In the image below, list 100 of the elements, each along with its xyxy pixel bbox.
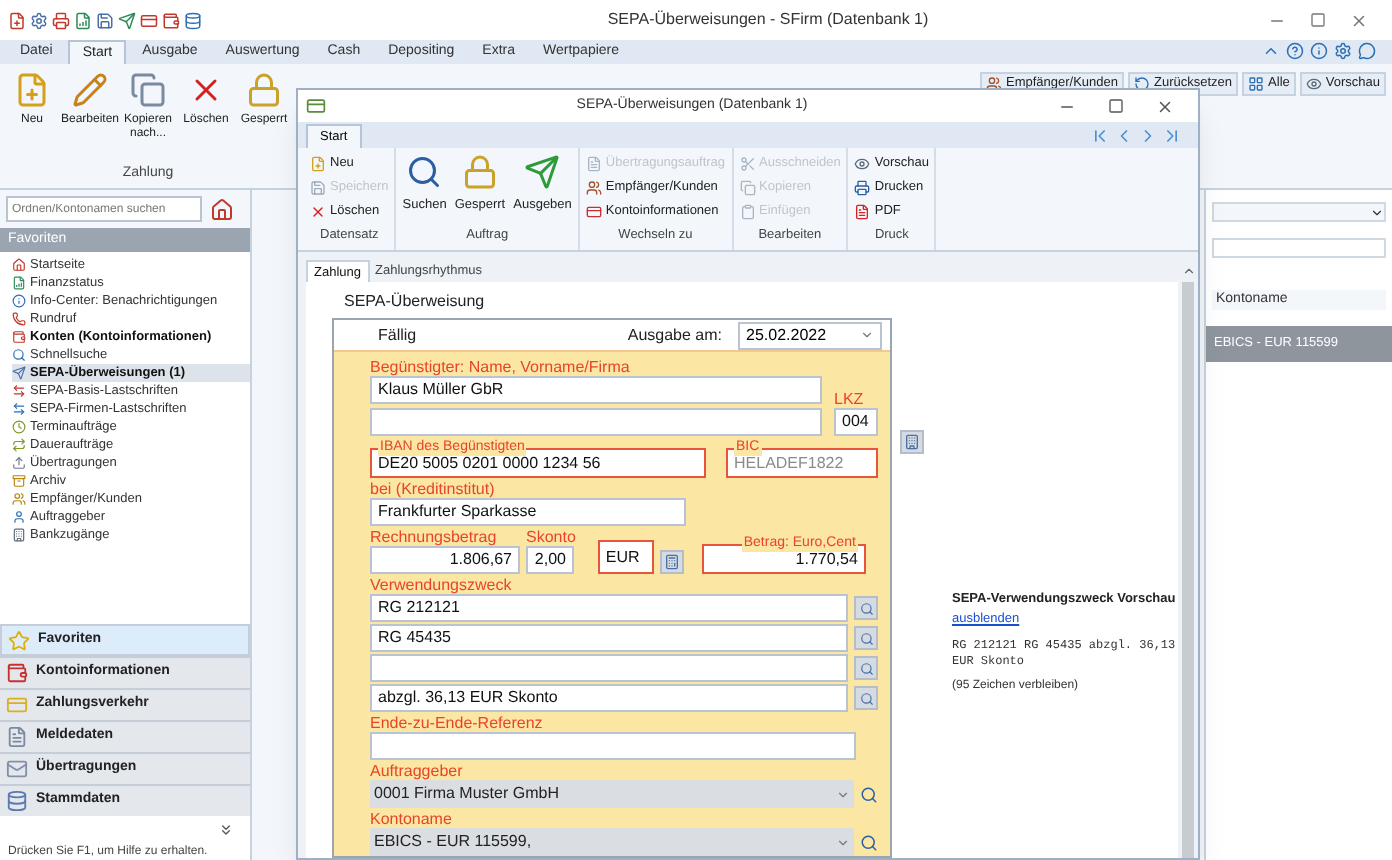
field-label: Verwendungszweck: [370, 576, 514, 594]
icon-button[interactable]: [854, 686, 878, 710]
chevron-down-icon: [836, 835, 851, 849]
info-icon[interactable]: [1310, 42, 1328, 60]
star-icon: [8, 629, 30, 651]
people-icon: [986, 76, 1002, 92]
input-field[interactable]: 2,00: [526, 546, 574, 574]
input-field[interactable]: [370, 654, 848, 682]
info-icon: [12, 294, 26, 308]
dropdown-icon[interactable]: [1370, 205, 1384, 219]
field-label: Auftraggeber: [370, 762, 465, 780]
phone-icon: [12, 312, 26, 326]
copy-icon: [739, 180, 756, 196]
field-label: bei (Kreditinstitut): [370, 480, 497, 498]
preview-icon: [1305, 76, 1322, 92]
maximize-icon[interactable]: [1108, 97, 1124, 113]
database-icon: [6, 790, 28, 812]
input-field[interactable]: Klaus Müller GbR: [370, 376, 822, 404]
people-icon: [585, 180, 602, 196]
help-icon[interactable]: [1286, 42, 1304, 60]
upload-icon: [12, 456, 26, 470]
icon-button[interactable]: [854, 596, 878, 620]
field-label: Ende-zu-Ende-Referenz: [370, 714, 545, 732]
chat-icon[interactable]: [1358, 42, 1376, 60]
search-icon: [859, 601, 873, 615]
input-field[interactable]: [370, 408, 822, 436]
card-icon: [140, 11, 158, 29]
field-label: LKZ: [834, 390, 866, 408]
wallet-icon: [6, 662, 28, 684]
collapse-icon[interactable]: [1262, 42, 1280, 60]
input-field[interactable]: 1.806,67: [370, 546, 520, 574]
search-icon: [859, 691, 873, 705]
search-icon[interactable]: [860, 785, 878, 803]
icon-button[interactable]: [854, 626, 878, 650]
settings-icon[interactable]: [1334, 42, 1352, 60]
last-record-icon[interactable]: [1162, 126, 1182, 146]
gear-icon: [30, 11, 48, 29]
search-icon: [859, 631, 873, 645]
wallet-icon: [12, 330, 26, 344]
printer-icon: [52, 11, 70, 29]
copy-icon: [130, 72, 166, 108]
clipboard-icon: [739, 204, 756, 220]
bank-icon: [12, 528, 26, 542]
chevron-down-icon: [836, 787, 851, 801]
database-icon: [184, 11, 202, 29]
wallet-icon: [162, 11, 180, 29]
filter-field[interactable]: [1212, 238, 1386, 258]
save-icon: [96, 11, 114, 29]
scroll-up-icon[interactable]: [1181, 264, 1195, 278]
house-icon[interactable]: [210, 197, 234, 221]
calculator-icon: [663, 554, 680, 570]
undo-icon: [1134, 76, 1151, 92]
dropdown-field[interactable]: 0001 Firma Muster GmbH: [370, 780, 855, 808]
card-icon: [6, 694, 28, 716]
date-field[interactable]: 25.02.2022: [738, 321, 882, 349]
field-label: Skonto: [526, 528, 576, 546]
card-icon: [585, 204, 602, 220]
search-icon[interactable]: [860, 833, 878, 851]
house-icon: [12, 258, 26, 272]
input-field[interactable]: RG 212121: [370, 594, 848, 622]
dropdown-field[interactable]: EBICS - EUR 115599,: [370, 828, 855, 856]
scissors-icon: [739, 156, 756, 172]
transfer-icon: [12, 366, 26, 380]
search-icon: [406, 154, 443, 190]
form-title: SEPA-Überweisung: [344, 290, 487, 314]
input-field[interactable]: Frankfurter Sparkasse: [370, 498, 686, 526]
expand-icon[interactable]: [218, 822, 234, 838]
search-icon: [859, 661, 873, 675]
envelope-icon: [6, 758, 28, 780]
input-field[interactable]: abzgl. 36,13 EUR Skonto: [370, 684, 848, 712]
close-icon[interactable]: [1350, 11, 1368, 29]
input-field[interactable]: EUR: [597, 540, 654, 574]
chevron-down-icon: [860, 328, 874, 342]
input-field[interactable]: 004: [834, 408, 878, 436]
search-icon: [12, 348, 26, 362]
calculator-button[interactable]: [659, 550, 684, 574]
input-field[interactable]: RG 45435: [370, 624, 848, 652]
pencil-icon: [72, 72, 108, 108]
field-label: Fällig: [378, 323, 417, 347]
new-document-icon: [14, 72, 50, 108]
close-icon[interactable]: [1156, 97, 1174, 115]
chart-icon: [12, 276, 26, 290]
field-label: Kontoname: [370, 810, 454, 828]
field-label: Ausgabe am:: [627, 323, 722, 347]
maximize-icon[interactable]: [1310, 11, 1326, 27]
field-label: Begünstigter: Name, Vorname/Firma: [370, 358, 632, 376]
window-title: SEPA-Überweisungen - SFirm (Datenbank 1): [605, 8, 931, 32]
first-record-icon[interactable]: [1090, 126, 1110, 146]
pdf-icon: [854, 204, 871, 220]
people-icon: [12, 492, 26, 506]
save-icon: [310, 180, 326, 196]
input-field[interactable]: [370, 732, 856, 760]
field-label: Rechnungsbetrag: [370, 528, 499, 546]
bank-lookup-button[interactable]: [900, 430, 924, 454]
preview-icon: [854, 156, 871, 172]
icon-button[interactable]: [854, 656, 878, 680]
send-icon: [524, 154, 561, 190]
padlock-icon: [461, 154, 498, 190]
clock-icon: [12, 420, 26, 434]
new-document-icon: [8, 11, 26, 29]
